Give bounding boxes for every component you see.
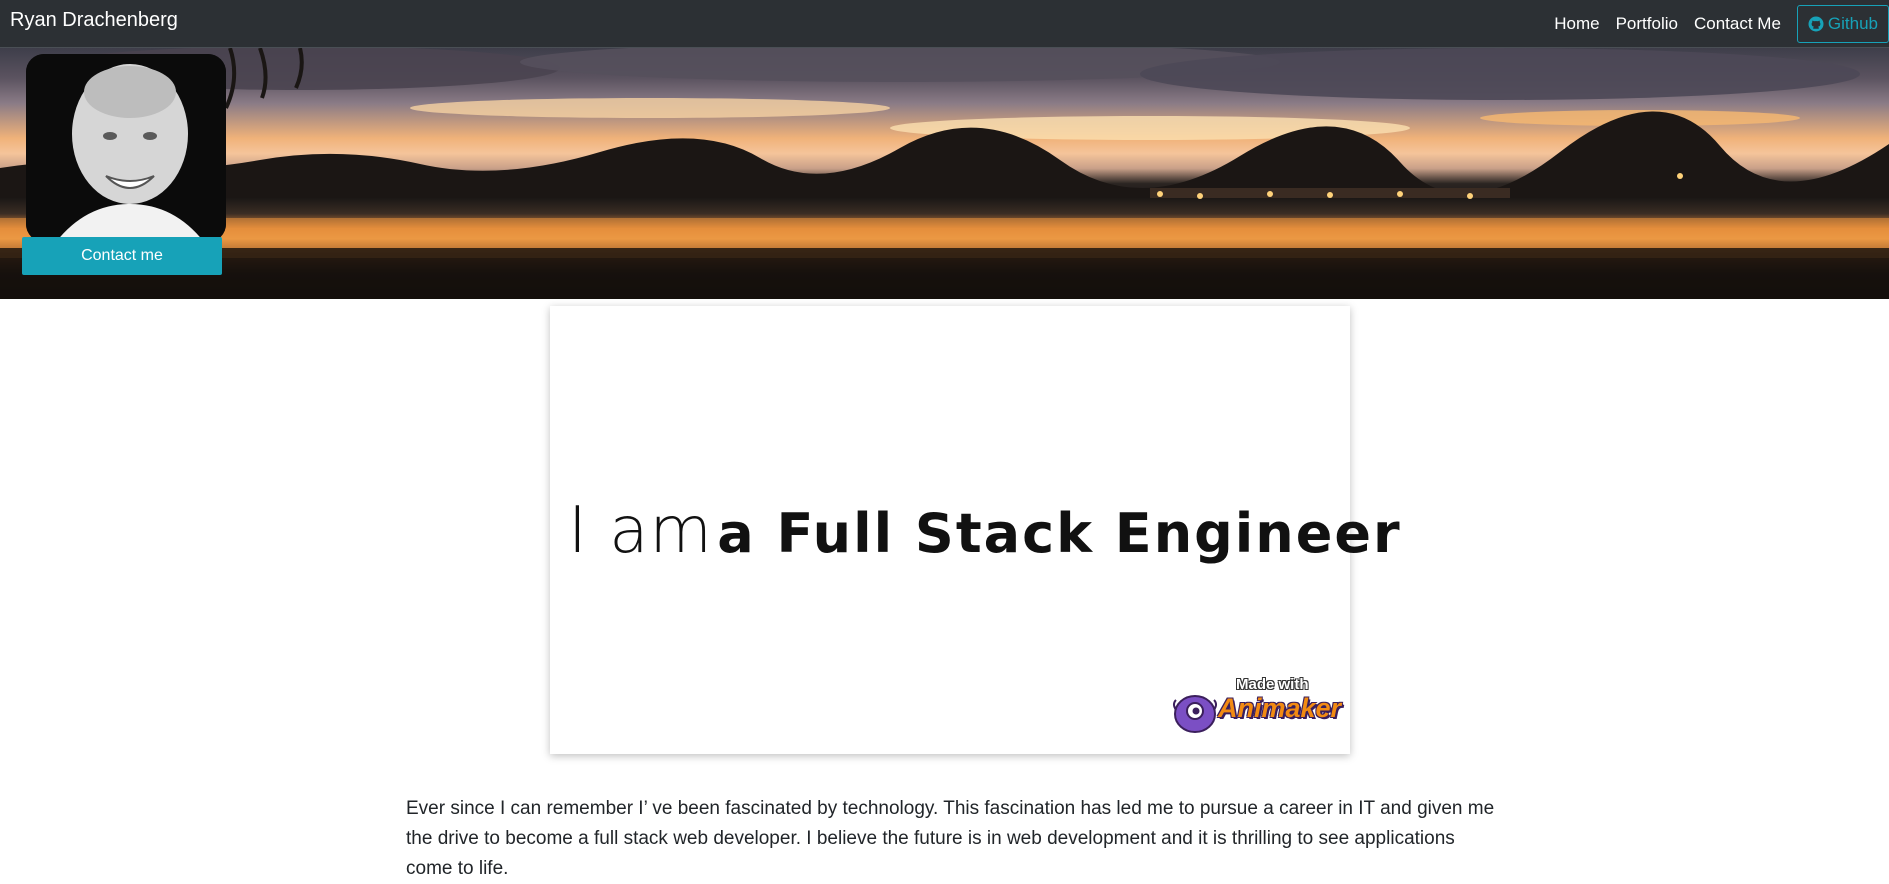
github-label: Github [1827,14,1878,33]
sunset-lake-image [0,48,1889,299]
tagline-title: a Full Stack Engineer [717,502,1402,565]
github-button[interactable]: Github [1796,5,1889,43]
tagline-lead: I am [568,494,713,568]
nav-link-contact-me[interactable]: Contact Me [1694,14,1781,34]
profile-photo [26,54,226,242]
intro-video[interactable]: I am a Full Stack Engineer Made with Ani… [550,306,1400,754]
contact-me-button[interactable]: Contact me [22,237,222,275]
video-tagline: I am a Full Stack Engineer [568,494,1402,568]
brand-link[interactable]: Ryan Drachenberg [10,9,178,31]
hero-banner [0,48,1889,299]
navbar: Ryan Drachenberg Home Portfolio Contact … [0,0,1889,48]
github-icon [1808,16,1824,32]
nav-link-home[interactable]: Home [1554,14,1599,34]
nav-link-portfolio[interactable]: Portfolio [1616,14,1678,34]
animaker-badge: Made with Animaker [1170,676,1341,739]
animaker-logo-text: Animaker [1218,693,1342,723]
animaker-mascot-icon [1170,690,1220,739]
made-with-label: Made with [1236,676,1309,693]
profile-portrait-icon [26,54,226,242]
nav-links: Home Portfolio Contact Me Github [1554,0,1889,48]
bio-paragraph: Ever since I can remember I’ ve been fas… [406,798,1495,879]
